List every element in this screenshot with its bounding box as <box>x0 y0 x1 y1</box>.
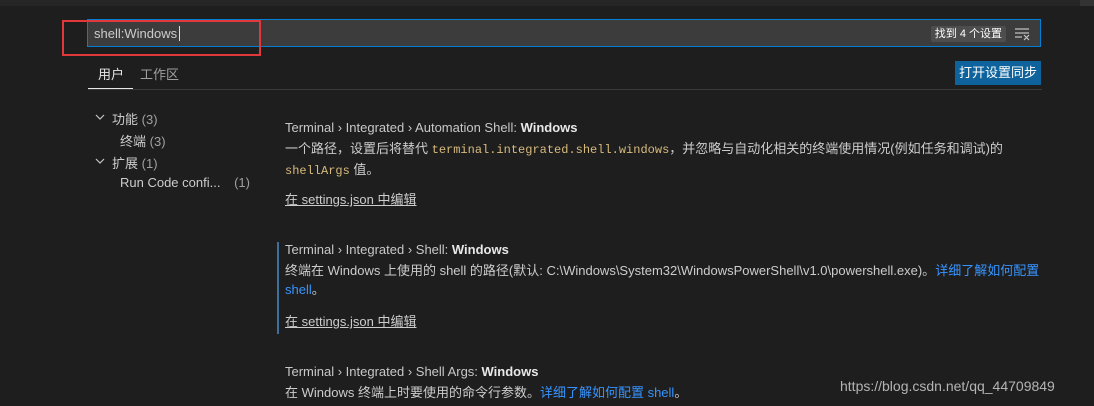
setting-category: Terminal › Integrated › Automation Shell… <box>285 120 521 135</box>
filter-icon[interactable] <box>1014 27 1030 41</box>
inline-code: shellArgs <box>285 164 350 178</box>
chevron-down-icon[interactable] <box>95 156 105 166</box>
description-text: 。 <box>674 385 688 400</box>
setting-description: 在 Windows 终端上时要使用的命令行参数。详细了解如何配置 shell。 <box>285 383 825 402</box>
inline-code: terminal.integrated.shell.windows <box>431 143 670 157</box>
description-text: ，并忽略与自动化相关的终端使用情况(例如任务和调试)的 <box>669 141 1003 156</box>
toc-item-label: Run Code confi... <box>120 175 221 190</box>
setting-title-automation-shell-windows: Terminal › Integrated › Automation Shell… <box>285 120 578 135</box>
toc-item-count: (1) <box>234 175 250 190</box>
setting-title-shell-args-windows: Terminal › Integrated › Shell Args: Wind… <box>285 364 538 379</box>
open-settings-sync-button[interactable]: 打开设置同步 <box>955 61 1041 85</box>
top-bar <box>0 0 1094 6</box>
edit-in-settings-json-link[interactable]: 在 settings.json 中编辑 <box>285 311 417 330</box>
toc-item-label: 功能 <box>112 112 139 127</box>
toc-item-label: 终端 <box>120 134 147 149</box>
tabs-divider <box>88 89 1042 90</box>
setting-name: Windows <box>481 364 539 379</box>
toc-item-features[interactable]: 功能 (3) <box>112 109 158 128</box>
description-text: 终端在 Windows 上使用的 shell 的路径(默认: C:\Window… <box>285 263 936 278</box>
tab-user[interactable]: 用户 <box>98 66 124 88</box>
toc-item-extensions[interactable]: 扩展 (1) <box>112 153 158 172</box>
learn-shell-config-link[interactable]: 详细了解如何配置 shell <box>540 385 674 400</box>
watermark-text: https://blog.csdn.net/qq_44709849 <box>840 378 1055 394</box>
results-count-badge: 找到 4 个设置 <box>930 26 1006 42</box>
annotation-highlight-box <box>62 20 261 56</box>
setting-name: Windows <box>451 242 509 257</box>
focused-setting-indicator <box>277 242 279 334</box>
toc-item-run-code-config[interactable]: Run Code confi... (1) <box>120 175 250 190</box>
chevron-down-icon[interactable] <box>95 112 105 122</box>
edit-in-settings-json-link[interactable]: 在 settings.json 中编辑 <box>285 189 417 208</box>
setting-name: Windows <box>520 120 578 135</box>
description-text: 值。 <box>349 162 380 177</box>
toc-item-terminal[interactable]: 终端 (3) <box>120 131 166 150</box>
toc-item-label: 扩展 <box>112 156 139 171</box>
description-text: 一个路径，设置后将替代 <box>285 141 432 156</box>
setting-title-shell-windows: Terminal › Integrated › Shell: Windows <box>285 242 509 257</box>
description-text: 在 Windows 终端上时要使用的命令行参数。 <box>285 385 540 400</box>
description-text: 。 <box>311 282 325 297</box>
setting-category: Terminal › Integrated › Shell: <box>285 242 452 257</box>
setting-description: 终端在 Windows 上使用的 shell 的路径(默认: C:\Window… <box>285 261 1045 299</box>
tab-workspace[interactable]: 工作区 <box>140 66 179 88</box>
toc-item-count: (1) <box>141 156 158 171</box>
setting-category: Terminal › Integrated › Shell Args: <box>285 364 482 379</box>
toc-item-count: (3) <box>149 134 166 149</box>
top-bar-corner <box>1080 0 1094 6</box>
setting-description: 一个路径，设置后将替代 terminal.integrated.shell.wi… <box>285 139 1045 181</box>
toc-item-count: (3) <box>141 112 158 127</box>
